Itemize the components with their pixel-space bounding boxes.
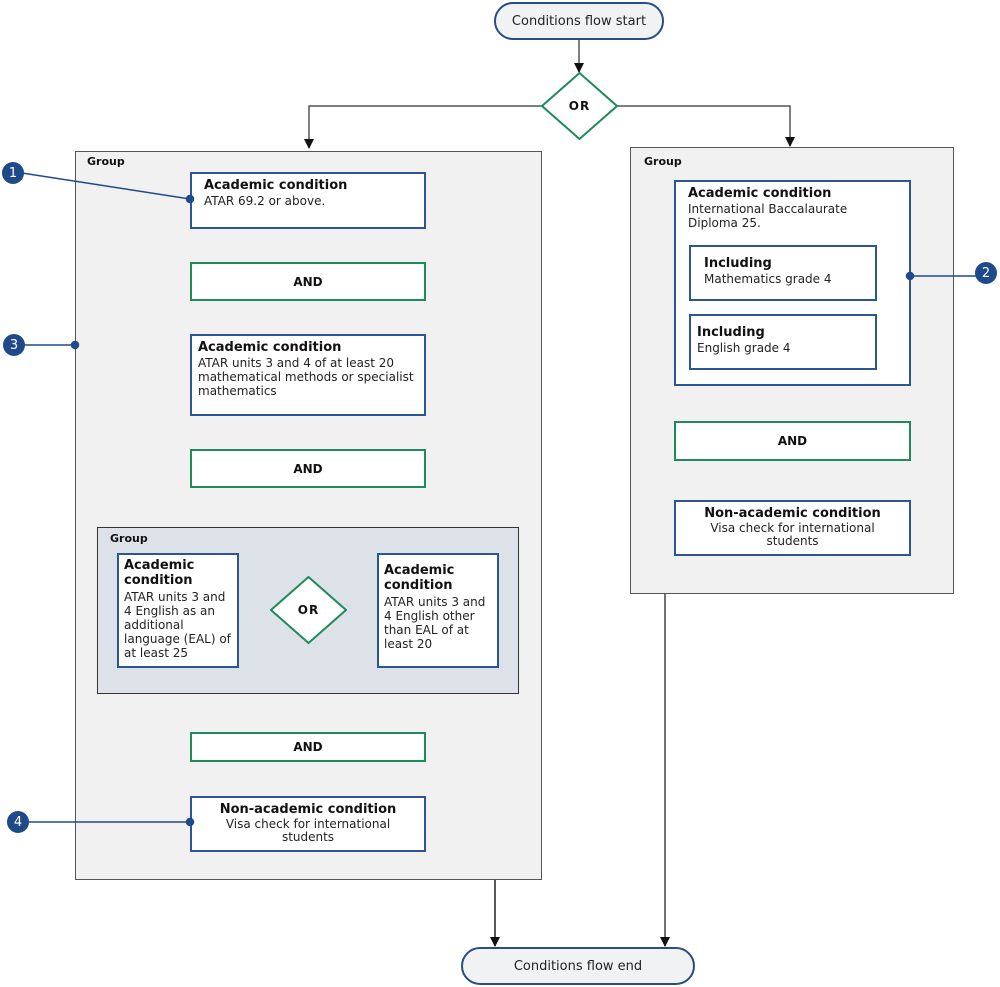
condition-title: Academic condition [198, 340, 342, 355]
condition-text: Visa check for international students [710, 521, 875, 548]
including-title: Including [704, 256, 772, 271]
including-text: Mathematics grade 4 [704, 272, 832, 286]
inner-or-label: OR [297, 603, 320, 617]
condition-title: Academic condition [384, 563, 455, 593]
condition-title: Non-academic condition [219, 802, 397, 817]
and-label: AND [777, 434, 808, 448]
condition-text: International Baccalaurate Diploma 25. [688, 202, 848, 230]
left-and-operator-3[interactable]: AND [190, 732, 426, 762]
left-academic-condition-2[interactable]: Academic condition ATAR units 3 and 4 of… [190, 334, 426, 416]
and-label: AND [293, 274, 323, 289]
condition-title: Academic condition [688, 186, 832, 201]
inner-academic-condition-a[interactable]: Academic condition ATAR units 3 and 4 En… [117, 553, 239, 668]
including-text: English grade 4 [697, 341, 791, 355]
flow-start-terminal[interactable]: Conditions flow start [494, 2, 664, 40]
callout-badge-3: 3 [3, 334, 25, 356]
left-group-label: Group [87, 155, 125, 168]
inner-group-label: Group [110, 532, 148, 545]
callout-badge-2: 2 [975, 262, 997, 284]
condition-text: ATAR units 3 and 4 English as an additio… [124, 590, 231, 660]
left-non-academic-condition[interactable]: Non-academic condition Visa check for in… [190, 796, 426, 852]
condition-title: Academic condition [204, 178, 348, 193]
and-label: AND [293, 461, 323, 476]
and-label: AND [293, 740, 323, 754]
root-or-label: OR [568, 99, 591, 113]
right-and-operator[interactable]: AND [674, 421, 911, 461]
callout-badge-1: 1 [2, 162, 24, 184]
condition-text: ATAR 69.2 or above. [204, 194, 326, 208]
including-math-box[interactable]: Including Mathematics grade 4 [689, 245, 877, 301]
condition-text: Visa check for international students [225, 817, 391, 844]
condition-text: ATAR units 3 and 4 English other than EA… [384, 595, 486, 651]
left-academic-condition-1[interactable]: Academic condition ATAR 69.2 or above. [190, 172, 426, 229]
including-title: Including [697, 325, 765, 340]
connector-or-to-left-group [304, 105, 542, 149]
flow-end-label: Conditions flow end [513, 958, 643, 974]
root-or-operator[interactable]: OR [540, 71, 619, 141]
inner-academic-condition-b[interactable]: Academic condition ATAR units 3 and 4 En… [377, 553, 499, 668]
connector-or-to-right-group [617, 105, 795, 147]
left-and-operator-1[interactable]: AND [190, 262, 426, 301]
callout-badge-4: 4 [7, 811, 29, 833]
left-group [75, 151, 542, 880]
condition-title: Academic condition [124, 558, 195, 588]
right-non-academic-condition[interactable]: Non-academic condition Visa check for in… [674, 500, 911, 556]
condition-text: ATAR units 3 and 4 of at least 20 mathem… [198, 356, 414, 398]
left-and-operator-2[interactable]: AND [190, 449, 426, 488]
inner-or-operator[interactable]: OR [269, 575, 348, 645]
flow-start-label: Conditions flow start [511, 13, 647, 29]
condition-title: Non-academic condition [704, 506, 881, 521]
including-english-box[interactable]: Including English grade 4 [689, 314, 877, 370]
flow-end-terminal[interactable]: Conditions flow end [461, 947, 695, 985]
right-group-label: Group [644, 155, 682, 168]
